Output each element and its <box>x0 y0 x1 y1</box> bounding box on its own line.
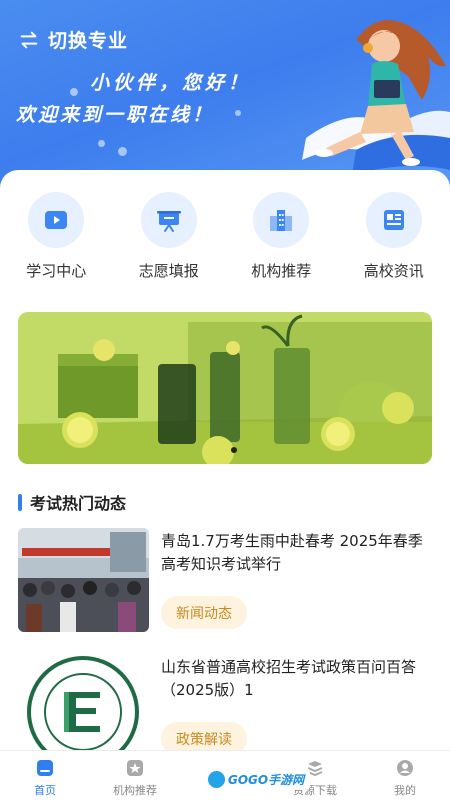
quick-link-study-center[interactable]: 学习中心 <box>0 192 113 281</box>
reading-girl-illustration <box>302 20 450 175</box>
watermark-text: GOGO手游网 <box>228 772 305 787</box>
tab-label: 首页 <box>34 784 56 797</box>
tab-home[interactable]: 首页 <box>0 751 90 800</box>
news-tag[interactable]: 新闻动态 <box>161 596 247 629</box>
newspaper-icon <box>365 192 422 248</box>
decor-bubble <box>98 140 105 147</box>
watermark: GOGO手游网 <box>202 768 311 790</box>
section-accent-bar <box>18 493 22 511</box>
lime-drinks-illustration <box>18 312 432 464</box>
quick-link-label: 高校资讯 <box>363 262 424 280</box>
section-header: 考试热门动态 <box>18 490 126 514</box>
news-thumbnail <box>18 654 149 758</box>
news-item[interactable]: 青岛1.7万考生雨中赴春考 2025年春季高考知识考试举行 新闻动态 <box>18 528 432 632</box>
news-title: 青岛1.7万考生雨中赴春考 2025年春季高考知识考试举行 <box>161 532 423 573</box>
greeting-line-1: 小伙伴，您好！ <box>90 72 252 94</box>
switch-major-button[interactable]: 切换专业 <box>18 26 128 53</box>
news-item[interactable]: 山东省普通高校招生考试政策百问百答 （2025版）1 政策解读 <box>18 654 432 758</box>
news-title: 山东省普通高校招生考试政策百问百答 （2025版）1 <box>161 658 417 699</box>
buildings-icon <box>253 192 310 248</box>
switch-major-label: 切换专业 <box>48 30 129 52</box>
quick-link-label: 学习中心 <box>26 262 87 280</box>
greeting-line-2: 欢迎来到一职在线！ <box>16 104 215 126</box>
home-icon <box>35 758 55 778</box>
tab-label: 机构推荐 <box>113 784 157 797</box>
content-card: 学习中心 志愿填报 机构推荐 高校资讯 考试热门动态 青岛1.7万考生雨中赴春考… <box>0 170 450 758</box>
quick-link-application[interactable]: 志愿填报 <box>113 192 226 281</box>
decor-bubble <box>235 110 241 116</box>
user-icon <box>395 758 415 778</box>
news-thumbnail <box>18 528 149 632</box>
section-title: 考试热门动态 <box>30 494 127 513</box>
tab-label: 我的 <box>394 784 416 797</box>
quick-link-label: 机构推荐 <box>251 262 312 280</box>
promo-banner[interactable] <box>18 312 432 464</box>
institution-icon <box>125 758 145 778</box>
presentation-board-icon <box>140 192 197 248</box>
decor-bubble <box>118 147 127 156</box>
watermark-logo-icon <box>208 770 225 788</box>
tab-profile[interactable]: 我的 <box>360 751 450 800</box>
quick-links: 学习中心 志愿填报 机构推荐 高校资讯 <box>0 192 450 281</box>
quick-link-label: 志愿填报 <box>138 262 199 280</box>
play-video-icon <box>28 192 85 248</box>
decor-bubble <box>70 88 78 96</box>
swap-arrows-icon <box>20 31 38 48</box>
tab-institutions[interactable]: 机构推荐 <box>90 751 180 800</box>
quick-link-institutions[interactable]: 机构推荐 <box>225 192 338 281</box>
quick-link-college-news[interactable]: 高校资讯 <box>338 192 450 281</box>
